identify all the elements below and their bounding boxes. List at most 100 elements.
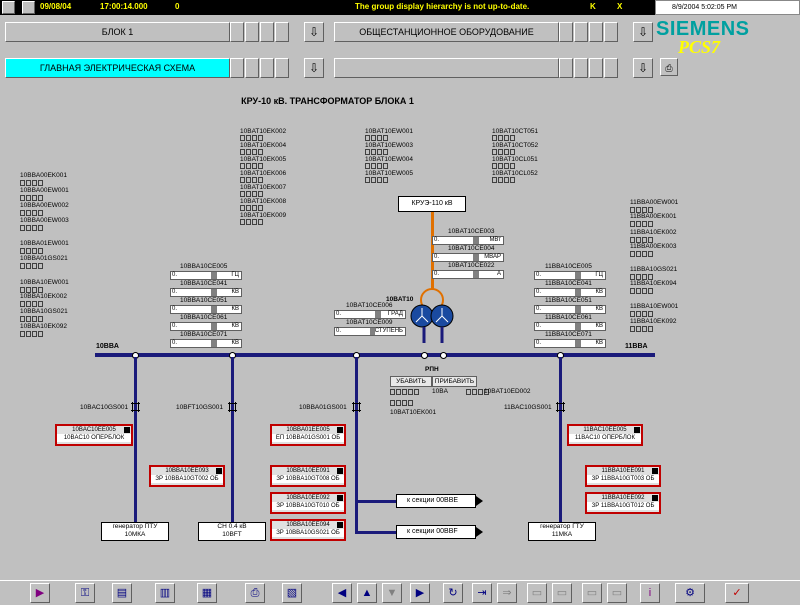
acknowledge-icon[interactable] — [22, 1, 35, 14]
play-icon[interactable]: ▶ — [30, 583, 50, 603]
group-display-3[interactable] — [260, 22, 274, 42]
group-display-5[interactable] — [559, 22, 573, 42]
transformer-icon[interactable] — [402, 288, 462, 343]
breaker-1[interactable] — [131, 402, 140, 412]
group-display-6[interactable] — [574, 22, 588, 42]
bus-node-5 — [440, 352, 447, 359]
siemens-icon[interactable]: ⚙ — [675, 583, 705, 603]
top-tag-boxes — [365, 177, 388, 183]
left-tag-boxes — [20, 180, 43, 186]
group-display-1[interactable] — [230, 22, 244, 42]
area-field-common[interactable]: ОБЩЕСТАНЦИОННОЕ ОБОРУДОВАНИЕ — [334, 22, 559, 42]
device-box-d5[interactable]: 10BBA10EE092 ЗР 10BBA10GT010 ОБ — [270, 492, 346, 514]
down-arrow-button-4[interactable]: ⇩ — [633, 58, 653, 78]
breaker-4[interactable] — [556, 402, 565, 412]
increase-button[interactable]: ПРИБАВИТЬ — [432, 376, 477, 387]
printer-icon[interactable]: ⎙ — [660, 58, 678, 76]
device-box-d9[interactable]: 11BBA10EE092 ЗР 11BBA10GT012 ОБ — [585, 492, 661, 514]
left-meas-value[interactable]: 0. КВ — [170, 339, 242, 348]
breaker-3[interactable] — [352, 402, 361, 412]
right-meas-value[interactable]: 0. ГЦ — [534, 271, 606, 280]
feeder-line-1 — [134, 357, 137, 523]
window-2-icon[interactable]: ▭ — [552, 583, 572, 603]
alarm-icon[interactable] — [2, 1, 15, 14]
right-meas-value[interactable]: 0. КВ — [534, 305, 606, 314]
down-arrow-button-3[interactable]: ⇩ — [304, 58, 324, 78]
left-meas-value[interactable]: 0. КВ — [170, 322, 242, 331]
group-display-10[interactable] — [245, 58, 259, 78]
device-box-d3[interactable]: 10BBA01EE005 ЕП 10BBA01GS001 ОБ — [270, 424, 346, 446]
group-display-11[interactable] — [260, 58, 274, 78]
group-display-12[interactable] — [275, 58, 289, 78]
transformer-meas-value[interactable]: 0. МВт — [432, 236, 504, 245]
transformer-meas-value[interactable]: 0. МВАР — [432, 253, 504, 262]
document-icon[interactable]: ▤ — [112, 583, 132, 603]
area-field-block1[interactable]: БЛОК 1 — [5, 22, 230, 42]
window-1-icon[interactable]: ▭ — [527, 583, 547, 603]
down-arrow-button-2[interactable]: ⇩ — [633, 22, 653, 42]
left-meas-value[interactable]: 0. ГЦ — [170, 271, 242, 280]
group-display-14[interactable] — [574, 58, 588, 78]
load-sn-04kv[interactable]: СН 0.4 кВ 10BFT — [198, 522, 266, 541]
section-link-00bbe[interactable]: к секции 00BBE — [396, 494, 483, 508]
device-box-d7[interactable]: 11BAC10EE005 11BAC10 ОПЕРБЛОК — [567, 424, 643, 446]
transformer-ang-value[interactable]: 0. СТУПЕНЬ — [334, 327, 406, 336]
transformer-ang-value[interactable]: 0. ГРАД — [334, 310, 406, 319]
refresh-icon[interactable]: ↻ — [443, 583, 463, 603]
reduce-button[interactable]: УБАВИТЬ — [390, 376, 432, 387]
left-tag-boxes — [20, 248, 43, 254]
left-tag: 10BBA10EK002 — [20, 293, 67, 300]
group-display-13[interactable] — [559, 58, 573, 78]
window-4-icon[interactable]: ▭ — [607, 583, 627, 603]
arrow-up-icon[interactable]: ▲ — [357, 583, 377, 603]
next-icon[interactable]: ⇒ — [497, 583, 517, 603]
top-tag-boxes — [365, 135, 388, 141]
group-display-16[interactable] — [604, 58, 618, 78]
transformer-meas-value[interactable]: 0. А — [432, 270, 504, 279]
device-box-d2[interactable]: 10BBA10EE093 ЗР 10BBA10GT002 ОБ — [149, 465, 225, 487]
left-meas-value[interactable]: 0. КВ — [170, 288, 242, 297]
info-icon[interactable]: i — [640, 583, 660, 603]
right-meas-value[interactable]: 0. КВ — [534, 322, 606, 331]
left-meas-value[interactable]: 0. КВ — [170, 305, 242, 314]
right-meas-value[interactable]: 0. КВ — [534, 288, 606, 297]
breaker-2[interactable] — [228, 402, 237, 412]
device-box-d6[interactable]: 10BBA10EE094 ЗР 10BBA10GS021 ОБ — [270, 519, 346, 541]
device-box-d1[interactable]: 10BAC10EE005 10BAC10 ОПЕРБЛОК — [55, 424, 133, 446]
arrow-left-icon[interactable]: ◀ — [332, 583, 352, 603]
group-display-2[interactable] — [245, 22, 259, 42]
area-field-main-scheme[interactable]: ГЛАВНАЯ ЭЛЕКТРИЧЕСКАЯ СХЕМА — [5, 58, 230, 78]
device-box-d4[interactable]: 10BBA10EE091 ЗР 10BBA10GT008 ОБ — [270, 465, 346, 487]
section-link-00bbf[interactable]: к секции 00BBF — [396, 525, 483, 539]
down-arrow-button-1[interactable]: ⇩ — [304, 22, 324, 42]
right-meas-value[interactable]: 0. КВ — [534, 339, 606, 348]
key-icon[interactable]: ⚿ — [75, 583, 95, 603]
trend-icon[interactable]: ▦ — [197, 583, 217, 603]
arrow-down-icon[interactable]: ▼ — [382, 583, 402, 603]
checkmark-icon[interactable]: ✓ — [725, 583, 749, 603]
forward-icon[interactable]: ⇥ — [472, 583, 492, 603]
schematic-diagram: 09/08/04 17:00:14.000 0 The group displa… — [0, 0, 800, 580]
group-display-15[interactable] — [589, 58, 603, 78]
group-display-9[interactable] — [230, 58, 244, 78]
group-display-7[interactable] — [589, 22, 603, 42]
breaker-tag-3: 10BBA01GS001 — [299, 404, 347, 411]
left-tag-boxes — [20, 316, 43, 322]
kru-110-box[interactable]: КРУЭ-110 кВ — [398, 196, 466, 212]
left-tag-boxes — [20, 195, 43, 201]
feeder-line-3 — [355, 357, 358, 532]
group-display-4[interactable] — [275, 22, 289, 42]
x-button[interactable]: X — [617, 2, 622, 11]
top-tag-boxes — [240, 205, 263, 211]
window-3-icon[interactable]: ▭ — [582, 583, 602, 603]
arrow-right-icon[interactable]: ▶ — [410, 583, 430, 603]
group-display-8[interactable] — [604, 22, 618, 42]
device-box-d8[interactable]: 11BBA10EE091 ЗР 11BBA10GT003 ОБ — [585, 465, 661, 487]
archive-icon[interactable]: ▧ — [282, 583, 302, 603]
k-button[interactable]: K — [590, 2, 596, 11]
print-icon[interactable]: ⎙ — [245, 583, 265, 603]
load-generator-ptu[interactable]: генератор ПТУ 10МКА — [101, 522, 169, 541]
report-icon[interactable]: ▥ — [155, 583, 175, 603]
area-field-empty[interactable] — [334, 58, 559, 78]
load-generator-gtu[interactable]: генератор ГТУ 11МКА — [528, 522, 596, 541]
